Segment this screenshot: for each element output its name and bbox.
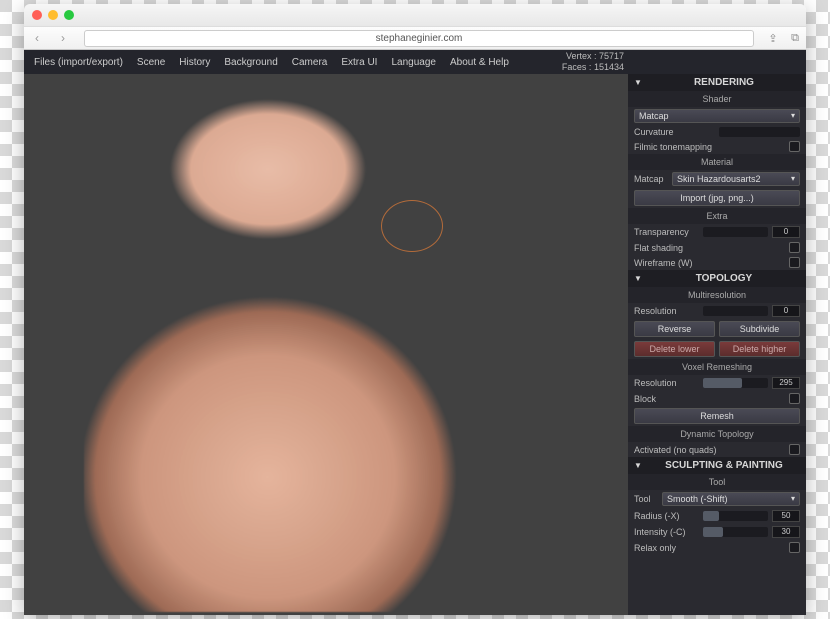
import-matcap-button[interactable]: Import (jpg, png...) [634, 190, 800, 206]
resolution-label: Resolution [634, 306, 699, 316]
chevron-down-icon: ▼ [634, 461, 642, 470]
menu-background[interactable]: Background [224, 57, 277, 68]
forward-button[interactable]: › [50, 31, 76, 45]
sculpt-mesh[interactable] [84, 72, 484, 612]
resolution-value[interactable]: 0 [772, 305, 800, 317]
chevron-down-icon: ▼ [634, 274, 642, 283]
intensity-slider[interactable] [703, 527, 768, 537]
title-bar[interactable] [24, 4, 806, 26]
menu-scene[interactable]: Scene [137, 57, 165, 68]
delete-lower-button[interactable]: Delete lower [634, 341, 715, 357]
subdivide-button[interactable]: Subdivide [719, 321, 800, 337]
flat-shading-checkbox[interactable] [789, 242, 800, 253]
matcap-select[interactable]: Skin Hazardousarts2▾ [672, 172, 800, 186]
topology-section-header[interactable]: ▼ TOPOLOGY [628, 270, 806, 287]
side-panel: ▼ RENDERING Shader Matcap▾ Curvature Fil… [628, 50, 806, 615]
menu-about[interactable]: About & Help [450, 57, 509, 68]
wireframe-checkbox[interactable] [789, 257, 800, 268]
sculpting-section-header[interactable]: ▼ SCULPTING & PAINTING [628, 457, 806, 474]
material-subheader: Material [628, 154, 806, 170]
filmic-label: Filmic tonemapping [634, 142, 785, 152]
resolution-slider[interactable] [703, 306, 768, 316]
remesh-button[interactable]: Remesh [634, 408, 800, 424]
wireframe-label: Wireframe (W) [634, 258, 785, 268]
filmic-checkbox[interactable] [789, 141, 800, 152]
curvature-slider[interactable] [719, 127, 800, 137]
flat-shading-label: Flat shading [634, 243, 785, 253]
browser-window: ‹ › stephaneginier.com ⇪ ⧉ Files (import… [24, 4, 806, 615]
chevron-down-icon: ▼ [634, 78, 642, 87]
menu-extraui[interactable]: Extra UI [341, 57, 377, 68]
voxel-resolution-label: Resolution [634, 378, 699, 388]
app-content: Files (import/export) Scene History Back… [24, 50, 806, 615]
menu-files[interactable]: Files (import/export) [34, 57, 123, 68]
close-dot[interactable] [32, 10, 42, 20]
relax-label: Relax only [634, 543, 785, 553]
viewport-3d[interactable] [24, 50, 628, 615]
activated-label: Activated (no quads) [634, 445, 785, 455]
activated-checkbox[interactable] [789, 444, 800, 455]
reverse-button[interactable]: Reverse [634, 321, 715, 337]
shader-subheader: Shader [628, 91, 806, 107]
tool-select[interactable]: Smooth (-Shift)▾ [662, 492, 800, 506]
share-button[interactable]: ⇪ [762, 32, 784, 45]
transparency-slider[interactable] [703, 227, 768, 237]
extra-subheader: Extra [628, 208, 806, 224]
matcap-label: Matcap [634, 174, 668, 184]
delete-higher-button[interactable]: Delete higher [719, 341, 800, 357]
url-field[interactable]: stephaneginier.com [84, 30, 754, 47]
transparency-value[interactable]: 0 [772, 226, 800, 238]
app-menubar: Files (import/export) Scene History Back… [24, 50, 806, 74]
curvature-label: Curvature [634, 127, 715, 137]
voxel-resolution-value[interactable]: 295 [772, 377, 800, 389]
multires-subheader: Multiresolution [628, 287, 806, 303]
tool-label: Tool [634, 494, 658, 504]
rendering-section-header[interactable]: ▼ RENDERING [628, 74, 806, 91]
tool-subheader: Tool [628, 474, 806, 490]
intensity-value[interactable]: 30 [772, 526, 800, 538]
radius-label: Radius (-X) [634, 511, 699, 521]
tabs-button[interactable]: ⧉ [784, 32, 806, 45]
mesh-stats: Vertex : 75717 Faces : 151434 [562, 51, 624, 73]
voxel-resolution-slider[interactable] [703, 378, 768, 388]
menu-camera[interactable]: Camera [292, 57, 328, 68]
minimize-dot[interactable] [48, 10, 58, 20]
brush-cursor [381, 200, 443, 252]
back-button[interactable]: ‹ [24, 31, 50, 45]
radius-value[interactable]: 50 [772, 510, 800, 522]
transparency-label: Transparency [634, 227, 699, 237]
block-checkbox[interactable] [789, 393, 800, 404]
relax-checkbox[interactable] [789, 542, 800, 553]
menu-language[interactable]: Language [391, 57, 436, 68]
browser-toolbar: ‹ › stephaneginier.com ⇪ ⧉ [24, 26, 806, 50]
radius-slider[interactable] [703, 511, 768, 521]
intensity-label: Intensity (-C) [634, 527, 699, 537]
voxel-subheader: Voxel Remeshing [628, 359, 806, 375]
shader-select[interactable]: Matcap▾ [634, 109, 800, 123]
block-label: Block [634, 394, 785, 404]
dynamic-topo-subheader: Dynamic Topology [628, 426, 806, 442]
zoom-dot[interactable] [64, 10, 74, 20]
menu-history[interactable]: History [179, 57, 210, 68]
